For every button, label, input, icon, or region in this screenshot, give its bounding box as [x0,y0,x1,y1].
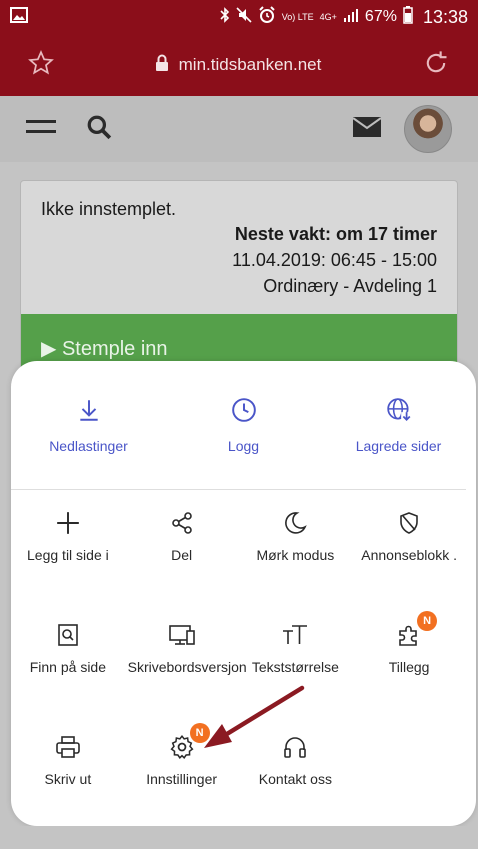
menu-item-add-ons[interactable]: N Tillegg [352,603,466,715]
new-badge: N [189,723,210,743]
menu-item-label: Lagrede sider [355,438,442,454]
search-icon[interactable] [86,114,112,145]
menu-item-ad-block[interactable]: Annonseblokk . [352,491,466,603]
menu-item-label: Skriv ut [44,771,92,787]
menu-item-text-size[interactable]: Tekststørrelse [239,603,353,715]
menu-item-contact-us[interactable]: Kontakt oss [239,715,353,827]
volte-label: Vo) LTE [281,11,314,22]
globe-download-icon [386,397,412,426]
clock-time: 13:38 [422,6,468,27]
bookmark-star-icon[interactable] [28,49,54,81]
bluetooth-icon [220,6,230,28]
menu-item-label: Skrivebordsversjon [127,659,247,675]
menu-item-desktop-version[interactable]: Skrivebordsversjon [125,603,247,715]
battery-icon [403,5,413,29]
download-icon [76,397,102,426]
menu-item-label: Mørk modus [256,547,335,563]
signal-icon [343,7,359,28]
browser-menu-sheet: Nedlastinger Logg Lagrede sider Legg til… [11,361,476,826]
menu-item-history[interactable]: Logg [166,361,321,489]
gear-icon: N [168,723,210,761]
page-behind-sheet [0,826,478,849]
plus-icon [54,509,82,537]
menu-item-label: Del [171,547,193,563]
new-badge: N [417,611,438,631]
menu-top-row: Nedlastinger Logg Lagrede sider [11,361,476,489]
alarm-icon [258,5,276,29]
next-shift-text: Neste vakt: om 17 timer [234,224,437,244]
menu-item-label: Tekststørrelse [251,659,339,675]
clock-icon [231,397,257,426]
menu-item-label: Finn på side [29,659,107,675]
clock-status-text: Ikke innstemplet. [41,199,177,219]
hamburger-menu-icon[interactable] [26,117,58,142]
menu-item-find-on-page[interactable]: Finn på side [11,603,125,715]
printer-icon [54,733,82,761]
headset-icon [281,733,309,761]
menu-item-saved-pages[interactable]: Lagrede sider [321,361,476,489]
menu-item-print[interactable]: Skriv ut [11,715,125,827]
moon-icon [281,509,309,537]
find-page-icon [54,621,82,649]
menu-item-label: Legg til side i [27,547,109,563]
menu-item-label: Logg [227,438,260,454]
shield-icon [395,509,423,537]
battery-percent: 67% [364,8,397,25]
menu-grid: Legg til side i Del Mørk modus Annonsebl… [11,491,466,827]
menu-item-add-page[interactable]: Legg til side i [11,491,125,603]
menu-item-label: Annonseblokk . [361,547,457,563]
share-icon [168,509,196,537]
menu-item-settings[interactable]: N Innstillinger [125,715,239,827]
menu-item-label: Innstillinger [146,771,218,787]
network-label: 4G+ [319,11,337,22]
image-notification-icon [10,6,28,28]
text-size-icon [281,621,309,649]
mute-icon [236,6,252,28]
lock-icon [155,54,169,77]
menu-item-dark-mode[interactable]: Mørk modus [239,491,353,603]
url-text: min.tidsbanken.net [178,55,322,74]
menu-item-label: Tillegg [388,659,430,675]
mail-icon[interactable] [352,116,382,143]
menu-item-downloads[interactable]: Nedlastinger [11,361,166,489]
shift-time-text: 11.04.2019: 06:45 - 15:00 [232,250,437,270]
puzzle-icon: N [395,611,438,649]
shift-department-text: Ordinæry - Avdeling 1 [263,276,437,296]
menu-item-label: Nedlastinger [49,438,128,454]
address-field[interactable]: min.tidsbanken.net [54,54,422,77]
browser-url-bar: min.tidsbanken.net [0,34,478,96]
menu-item-share[interactable]: Del [125,491,239,603]
reload-icon[interactable] [422,49,450,82]
desktop-icon [168,621,196,649]
menu-divider [11,489,466,490]
status-bar: Vo) LTE 4G+ 67% 13:38 [0,0,478,34]
site-header [0,96,478,162]
avatar[interactable] [404,105,452,153]
menu-item-label: Kontakt oss [258,771,332,787]
